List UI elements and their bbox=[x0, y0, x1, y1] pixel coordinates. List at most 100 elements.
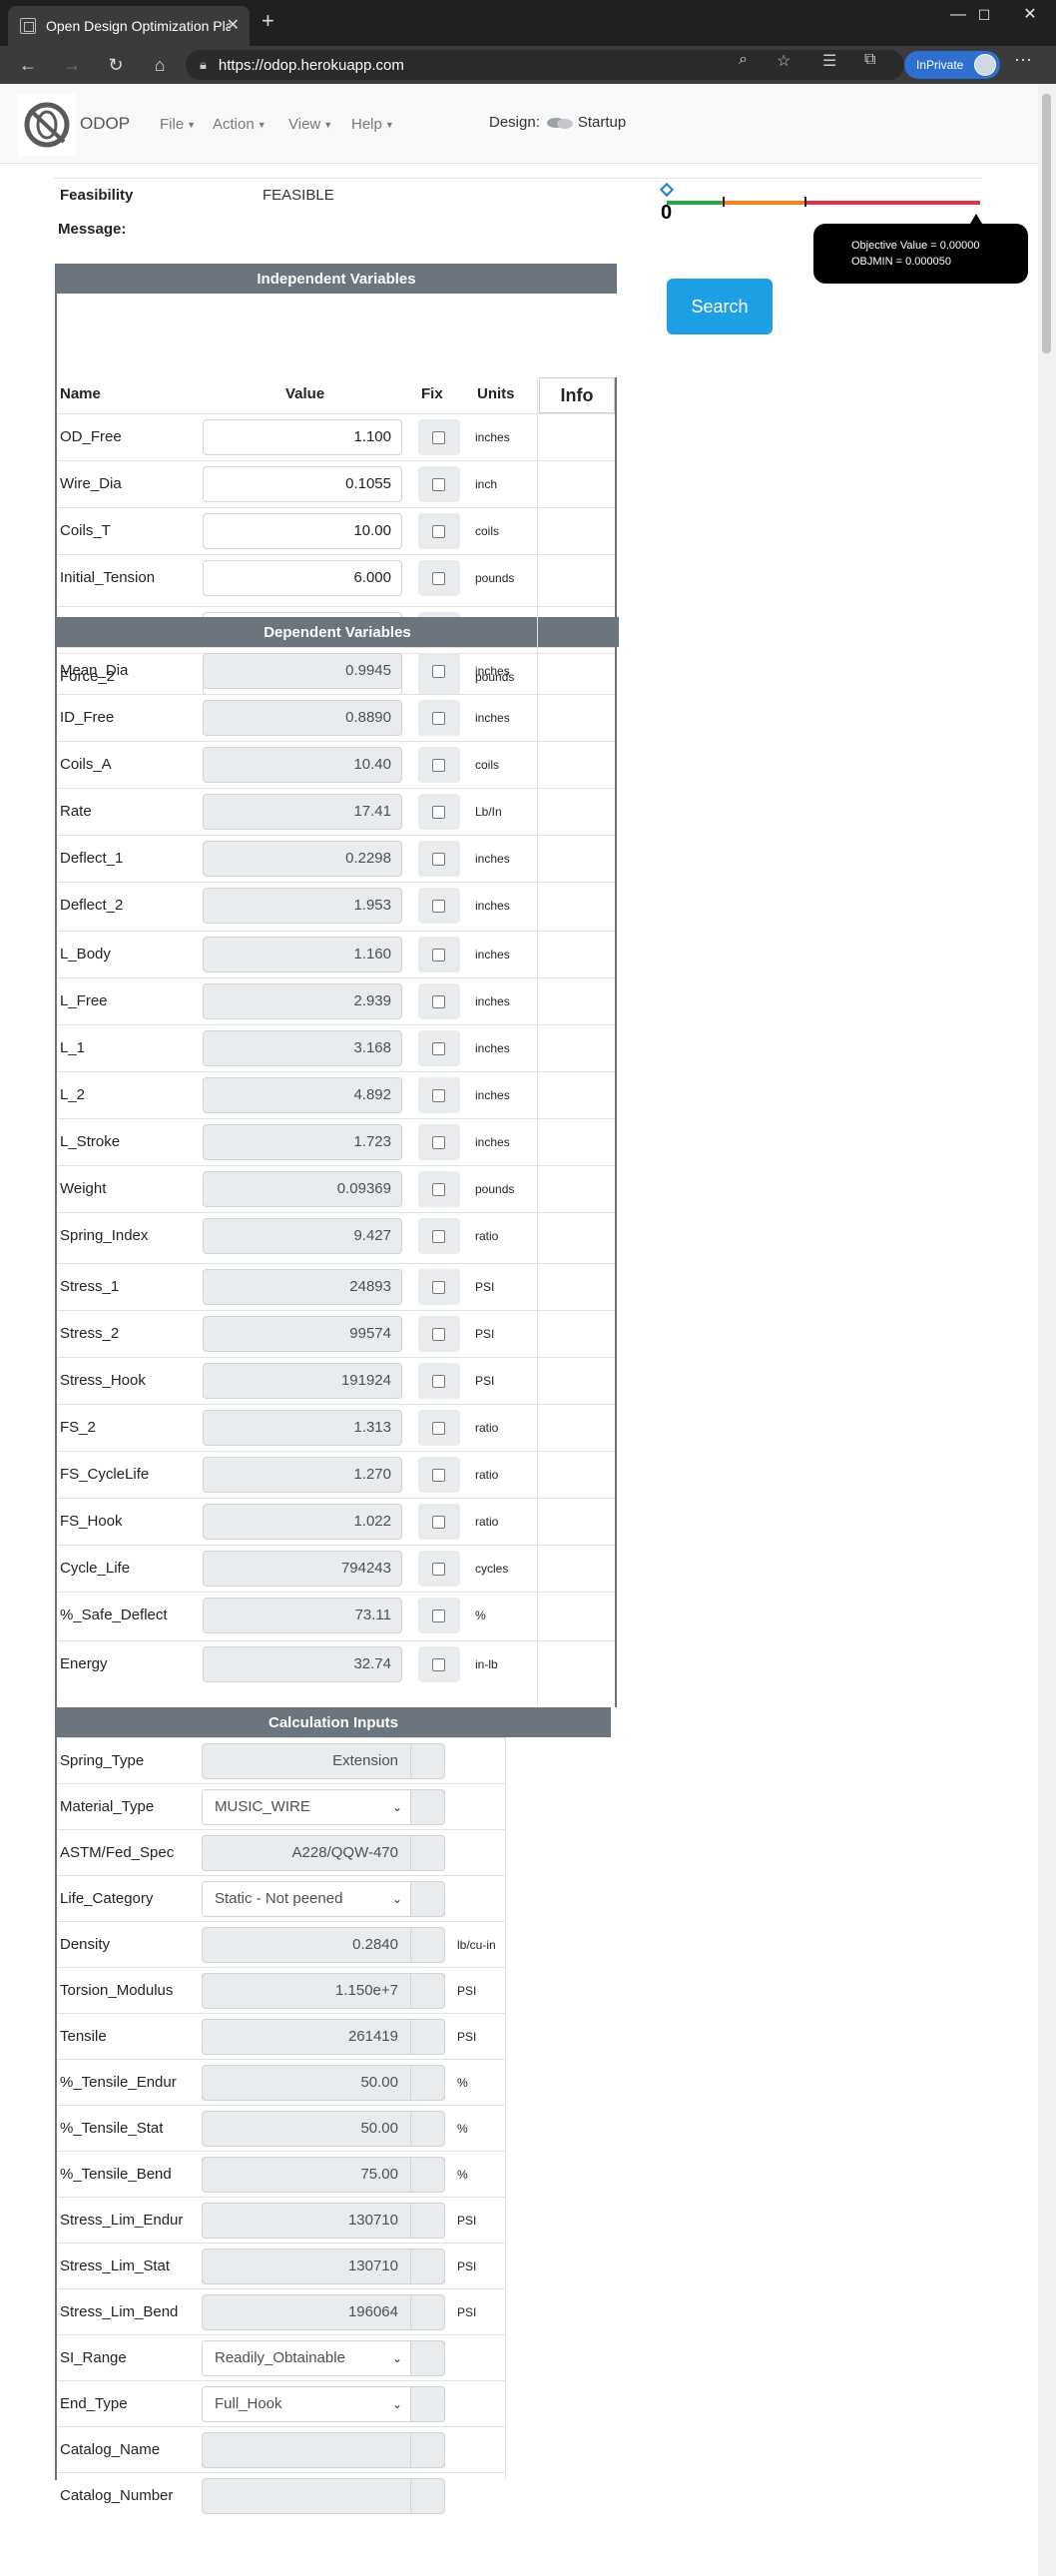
variable-units: Lb/In bbox=[475, 805, 502, 819]
input-suffix bbox=[411, 1835, 445, 1871]
menu-view[interactable]: View ▼ bbox=[288, 116, 332, 133]
close-window-icon[interactable]: ✕ bbox=[1010, 3, 1050, 27]
fix-checkbox[interactable] bbox=[432, 1042, 445, 1055]
fix-checkbox[interactable] bbox=[432, 1610, 445, 1622]
fix-checkbox[interactable] bbox=[432, 665, 445, 678]
fix-checkbox[interactable] bbox=[432, 1281, 445, 1294]
url-field[interactable]: 🔒︎ https://odop.herokuapp.com bbox=[186, 50, 904, 80]
search-button[interactable]: Search bbox=[667, 279, 773, 334]
page-scrollbar[interactable] bbox=[1038, 84, 1056, 2576]
fix-checkbox[interactable] bbox=[432, 1422, 445, 1435]
fix-checkbox[interactable] bbox=[432, 478, 445, 491]
calc-select[interactable]: Readily_Obtainable ⌄ bbox=[202, 2340, 411, 2376]
odop-logo[interactable] bbox=[18, 94, 76, 156]
fix-checkbox[interactable] bbox=[432, 712, 445, 725]
menu-action[interactable]: Action ▼ bbox=[213, 116, 266, 133]
favorites-icon[interactable]: ☰ bbox=[822, 51, 836, 71]
collections-icon[interactable]: ⧉ bbox=[864, 51, 875, 69]
variable-name: L_1 bbox=[60, 1039, 86, 1056]
calc-input-name: Torsion_Modulus bbox=[60, 1982, 174, 1999]
inprivate-badge[interactable]: InPrivate bbox=[904, 51, 1000, 79]
fix-checkbox[interactable] bbox=[432, 1658, 445, 1671]
table-row: FS_CycleLife 1.270 ratio bbox=[56, 1451, 617, 1498]
calc-select[interactable]: Static - Not peened ⌄ bbox=[202, 1881, 411, 1917]
menu-file[interactable]: File ▼ bbox=[160, 116, 196, 133]
zoom-icon[interactable]: ⌕ bbox=[739, 51, 748, 69]
variable-name: Deflect_1 bbox=[60, 850, 124, 867]
variable-value-field: 24893 bbox=[203, 1269, 402, 1305]
calc-units: % bbox=[457, 2122, 468, 2136]
fix-cell bbox=[418, 466, 460, 502]
table-row: %_Tensile_Endur 50.00% bbox=[56, 2059, 505, 2106]
objective-value: Objective Value = 0.00000 bbox=[851, 240, 980, 252]
fix-checkbox[interactable] bbox=[432, 1089, 445, 1102]
variable-units: coils bbox=[475, 524, 500, 538]
brand-name[interactable]: ODOP bbox=[80, 114, 130, 134]
variable-value-input[interactable]: 6.000 bbox=[203, 560, 402, 596]
back-icon[interactable]: ← bbox=[14, 52, 42, 78]
table-row: L_2 4.892 inches bbox=[56, 1071, 617, 1118]
fix-checkbox[interactable] bbox=[432, 1230, 445, 1243]
fix-cell bbox=[418, 1124, 460, 1160]
design-name: Startup bbox=[577, 114, 627, 131]
scrollbar-thumb[interactable] bbox=[1042, 94, 1051, 353]
variable-name: FS_CycleLife bbox=[60, 1466, 150, 1483]
fix-checkbox[interactable] bbox=[432, 853, 445, 866]
variable-value-input[interactable]: 0.1055 bbox=[203, 466, 402, 502]
variable-units: PSI bbox=[475, 1327, 495, 1341]
fix-cell bbox=[418, 1218, 460, 1254]
variable-value-field: 32.74 bbox=[203, 1646, 402, 1682]
fix-checkbox[interactable] bbox=[432, 759, 445, 772]
table-row: Mean_Dia 0.9945 inches bbox=[56, 647, 617, 694]
fix-checkbox[interactable] bbox=[432, 1469, 445, 1482]
feasibility-marker-icon bbox=[659, 182, 675, 198]
fix-checkbox[interactable] bbox=[432, 1563, 445, 1576]
scale-zero-label: 0 bbox=[661, 202, 673, 224]
variable-value-field: 1.022 bbox=[203, 1504, 402, 1540]
calculation-inputs-header: Calculation Inputs bbox=[56, 1707, 611, 1737]
variable-value-input[interactable]: 10.00 bbox=[203, 513, 402, 549]
fix-checkbox[interactable] bbox=[432, 431, 445, 444]
calc-select[interactable]: MUSIC_WIRE ⌄ bbox=[202, 1789, 411, 1825]
variable-value-input[interactable]: 1.100 bbox=[203, 419, 402, 455]
calc-value-field: Extension bbox=[202, 1743, 411, 1779]
fix-cell bbox=[418, 1551, 460, 1587]
browser-tab[interactable]: Open Design Optimization Platfo ✕ bbox=[8, 6, 250, 46]
fix-checkbox[interactable] bbox=[432, 1183, 445, 1196]
forward-icon[interactable]: → bbox=[58, 52, 86, 78]
maximize-icon[interactable]: ☐ bbox=[964, 3, 1004, 27]
divider bbox=[54, 178, 982, 179]
variable-units: inches bbox=[475, 899, 510, 913]
table-row: %_Tensile_Stat 50.00% bbox=[56, 2105, 505, 2152]
fix-checkbox[interactable] bbox=[432, 806, 445, 819]
fix-checkbox[interactable] bbox=[432, 1136, 445, 1149]
home-icon[interactable]: ⌂ bbox=[146, 52, 174, 78]
favorite-star-icon[interactable]: ☆ bbox=[777, 51, 791, 71]
calc-value-field: 50.00 bbox=[202, 2065, 411, 2101]
fix-checkbox[interactable] bbox=[432, 1375, 445, 1388]
fix-checkbox[interactable] bbox=[432, 1328, 445, 1341]
fix-checkbox[interactable] bbox=[432, 572, 445, 585]
fix-checkbox[interactable] bbox=[432, 1516, 445, 1529]
fix-checkbox[interactable] bbox=[432, 949, 445, 962]
variable-value-field: 0.2298 bbox=[203, 841, 402, 877]
calc-select[interactable]: Full_Hook ⌄ bbox=[202, 2386, 411, 2422]
table-row: Cycle_Life 794243 cycles bbox=[56, 1545, 617, 1592]
close-tab-icon[interactable]: ✕ bbox=[227, 15, 240, 35]
input-suffix bbox=[411, 1789, 445, 1825]
menu-help[interactable]: Help ▼ bbox=[351, 116, 394, 133]
calc-value-field: 130710 bbox=[202, 2203, 411, 2239]
variable-name: FS_2 bbox=[60, 1419, 96, 1436]
page-viewport: ODOP File ▼ Action ▼ View ▼ Help ▼ Design: S… bbox=[0, 84, 1038, 2576]
new-tab-icon[interactable]: + bbox=[262, 8, 274, 34]
fix-checkbox[interactable] bbox=[432, 900, 445, 913]
table-row: L_Stroke 1.723 inches bbox=[56, 1118, 617, 1165]
more-options-icon[interactable]: ⋯ bbox=[1014, 50, 1032, 71]
variable-value-field: 9.427 bbox=[203, 1218, 402, 1254]
refresh-icon[interactable]: ↻ bbox=[102, 52, 130, 78]
column-fix-header: Fix bbox=[421, 385, 443, 402]
fix-checkbox[interactable] bbox=[432, 525, 445, 538]
table-row: Catalog_Number bbox=[56, 2472, 505, 2519]
input-suffix bbox=[411, 2203, 445, 2239]
fix-checkbox[interactable] bbox=[432, 995, 445, 1008]
